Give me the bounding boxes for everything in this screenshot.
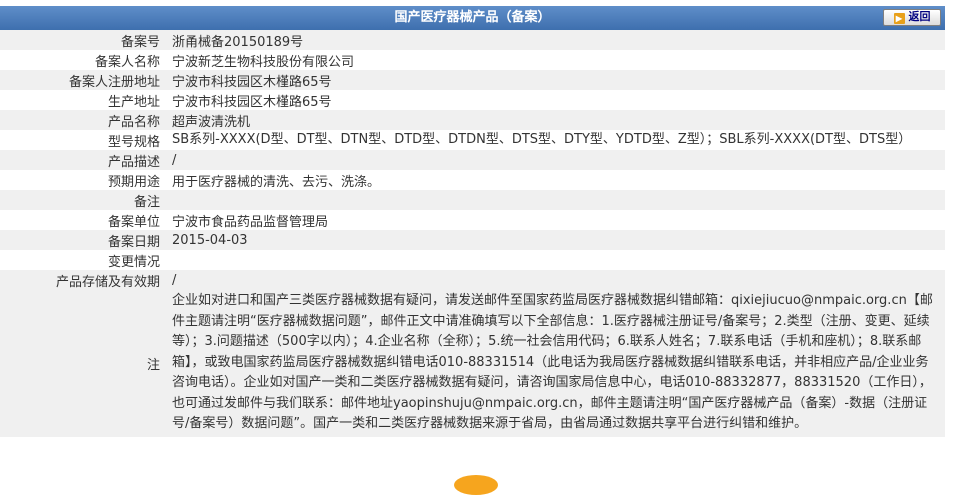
row-filer-address: 备案人注册地址 宁波市科技园区木槿路65号 — [0, 70, 945, 90]
row-change-history: 变更情况 — [0, 250, 945, 270]
back-button-label: 返回 — [908, 11, 931, 23]
label-storage-validity: 产品存储及有效期 — [0, 270, 166, 290]
label-model-spec: 型号规格 — [0, 130, 166, 150]
value-storage-validity: / — [166, 270, 945, 290]
value-product-description: / — [166, 150, 945, 170]
row-intended-use: 预期用途 用于医疗器械的清洗、去污、洗涤。 — [0, 170, 945, 190]
row-model-spec: 型号规格 SB系列-XXXX(D型、DT型、DTN型、DTD型、DTDN型、DT… — [0, 130, 945, 150]
record-detail-panel: 国产医疗器械产品（备案） ▶ 返回 备案号 浙甬械备20150189号 备案人名称… — [0, 0, 945, 437]
label-product-description: 产品描述 — [0, 150, 166, 170]
value-intended-use: 用于医疗器械的清洗、去污、洗涤。 — [166, 170, 945, 190]
row-storage-validity: 产品存储及有效期 / — [0, 270, 945, 290]
value-model-spec: SB系列-XXXX(D型、DT型、DTN型、DTD型、DTDN型、DTS型、DT… — [166, 130, 945, 150]
value-filer-name: 宁波新芝生物科技股份有限公司 — [166, 50, 945, 70]
value-filer-address: 宁波市科技园区木槿路65号 — [166, 70, 945, 90]
label-filer-name: 备案人名称 — [0, 50, 166, 70]
value-note: 企业如对进口和国产三类医疗器械数据有疑问，请发送邮件至国家药监局医疗器械数据纠错… — [166, 290, 945, 437]
label-filing-unit: 备案单位 — [0, 210, 166, 230]
value-filing-unit: 宁波市食品药品监督管理局 — [166, 210, 945, 230]
value-record-number: 浙甬械备20150189号 — [166, 30, 945, 50]
record-table: 备案号 浙甬械备20150189号 备案人名称 宁波新芝生物科技股份有限公司 备… — [0, 30, 945, 437]
decorative-shape — [454, 475, 498, 495]
label-product-name: 产品名称 — [0, 110, 166, 130]
value-change-history — [166, 250, 945, 270]
value-filing-date: 2015-04-03 — [166, 230, 945, 250]
panel-header: 国产医疗器械产品（备案） ▶ 返回 — [0, 6, 945, 30]
row-product-name: 产品名称 超声波清洗机 — [0, 110, 945, 130]
label-remarks: 备注 — [0, 190, 166, 210]
label-change-history: 变更情况 — [0, 250, 166, 270]
value-production-address: 宁波市科技园区木槿路65号 — [166, 90, 945, 110]
label-note: 注 — [0, 290, 166, 437]
row-filing-unit: 备案单位 宁波市食品药品监督管理局 — [0, 210, 945, 230]
back-button[interactable]: ▶ 返回 — [883, 9, 941, 26]
label-intended-use: 预期用途 — [0, 170, 166, 190]
row-production-address: 生产地址 宁波市科技园区木槿路65号 — [0, 90, 945, 110]
page-title: 国产医疗器械产品（备案） — [394, 10, 551, 25]
arrow-right-icon: ▶ — [893, 13, 905, 24]
row-note: 注 企业如对进口和国产三类医疗器械数据有疑问，请发送邮件至国家药监局医疗器械数据… — [0, 290, 945, 437]
row-filing-date: 备案日期 2015-04-03 — [0, 230, 945, 250]
label-filing-date: 备案日期 — [0, 230, 166, 250]
label-production-address: 生产地址 — [0, 90, 166, 110]
row-filer-name: 备案人名称 宁波新芝生物科技股份有限公司 — [0, 50, 945, 70]
label-record-number: 备案号 — [0, 30, 166, 50]
value-remarks — [166, 190, 945, 210]
value-product-name: 超声波清洗机 — [166, 110, 945, 130]
label-filer-address: 备案人注册地址 — [0, 70, 166, 90]
row-remarks: 备注 — [0, 190, 945, 210]
row-record-number: 备案号 浙甬械备20150189号 — [0, 30, 945, 50]
row-product-description: 产品描述 / — [0, 150, 945, 170]
